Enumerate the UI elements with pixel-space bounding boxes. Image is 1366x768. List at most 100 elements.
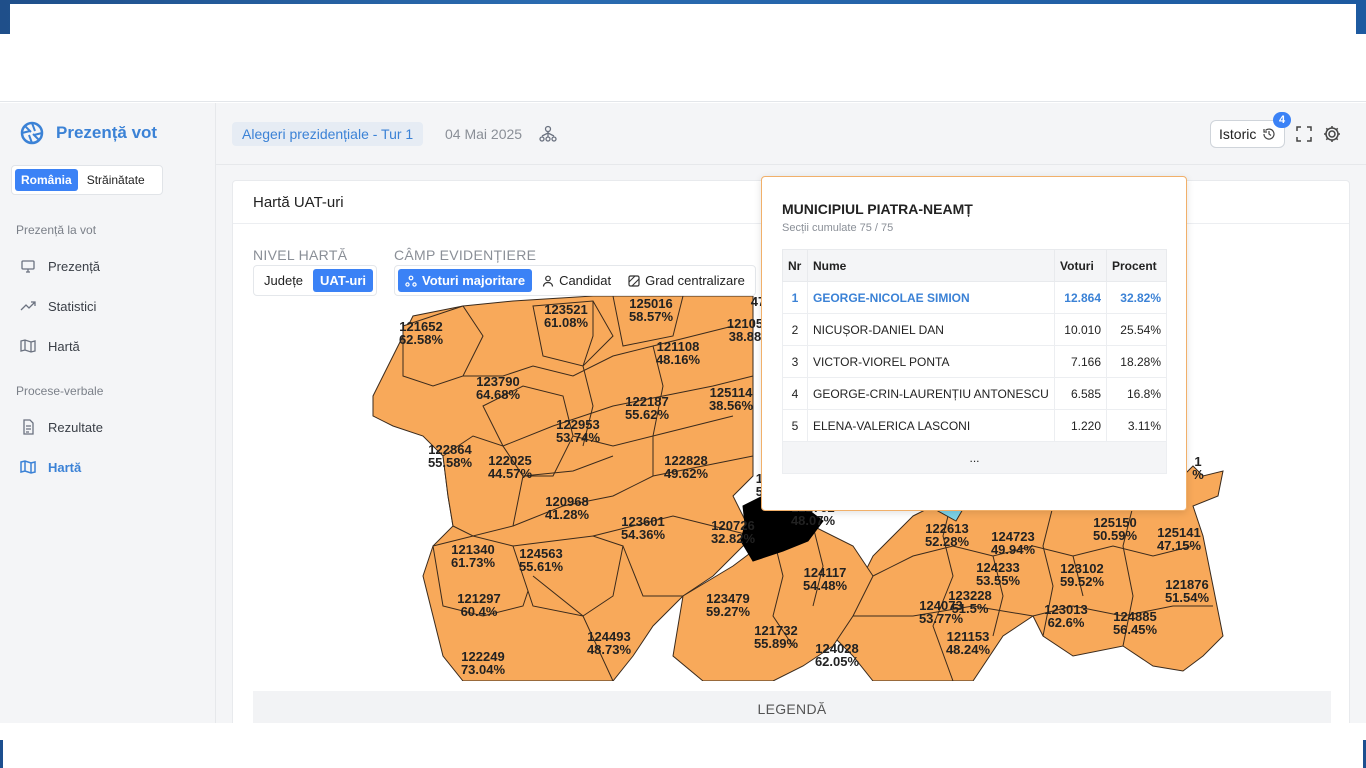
sidebar-item-label: Hartă [48,459,82,475]
person-icon [542,275,554,287]
trend-icon [20,301,36,311]
map-label-pct: 48.73% [587,642,632,657]
sidebar-item-label: Prezență [48,258,101,274]
cell-votes: 7.166 [1054,345,1107,378]
map-label-pct: 47.15% [1157,538,1202,553]
bottom-blank-bar [0,723,1366,768]
cell-pct: 25.54% [1106,313,1167,346]
camp-option-candidat[interactable]: Candidat [535,269,618,292]
camp-option-candidat-label: Candidat [559,273,612,288]
map-label-pct: 55.61% [519,559,564,574]
camp-option-grad[interactable]: Grad centralizare [621,269,752,292]
fullscreen-icon[interactable] [1294,124,1314,144]
cell-nr: 1 [782,281,808,314]
table-more-row: ... [782,441,1167,474]
sidebar-item-harta-procese[interactable]: Hartă [20,459,81,475]
map-label-pct: 44.57% [488,466,533,481]
col-header-procent: Procent [1106,249,1167,282]
istoric-label: Istoric [1219,126,1257,142]
col-header-nume: Nume [807,249,1055,282]
cell-pct: 3.11% [1106,409,1167,442]
map-label-pct: 59.27% [706,604,751,619]
header: Alegeri prezidențiale - Tur 1 04 Mai 202… [216,103,1366,165]
table-row: 3 VICTOR-VIOREL PONTA 7.166 18.28% [782,345,1167,378]
cell-more: ... [782,441,1167,474]
region-toggle: România Străinătate [11,165,163,195]
map-label-pct: 61.08% [544,315,589,330]
sidebar-item-harta-prezenta[interactable]: Hartă [20,338,80,354]
map-label-pct: 38.88 [729,329,762,344]
map-label-pct: 32.82% [711,531,756,546]
map-label-pct: 73.04% [461,662,506,677]
settings-gear-icon[interactable] [1322,124,1342,144]
map-label-pct: 54.48% [803,578,848,593]
sidebar-section-prezenta: Prezență la vot [16,223,97,237]
camp-option-voturi[interactable]: Voturi majoritare [398,269,533,292]
sidebar-item-statistici[interactable]: Statistici [20,298,96,314]
camp-evidentiere-toggle: Voturi majoritare Candidat Grad centrali… [394,265,756,296]
table-row: 2 NICUȘOR-DANIEL DAN 10.010 25.54% [782,313,1167,346]
cell-name: VICTOR-VIOREL PONTA [807,345,1055,378]
election-selector[interactable]: Alegeri prezidențiale - Tur 1 [232,122,424,146]
map-label-pct: 64.68% [476,387,521,402]
table-row: 4 GEORGE-CRIN-LAURENȚIU ANTONESCU 6.585 … [782,377,1167,410]
map-label-pct: 61.73% [451,555,496,570]
map-label-pct: 62.58% [399,332,444,347]
region-option-romania[interactable]: România [15,169,78,191]
region-option-strainatate[interactable]: Străinătate [81,169,151,191]
col-header-voturi: Voturi [1054,249,1107,282]
nivel-option-uat[interactable]: UAT-uri [313,269,374,292]
results-table: Nr Nume Voturi Procent 1 GEORGE-NICOLAE … [782,249,1167,474]
camp-evidentiere-label: CÂMP EVIDENȚIERE [394,247,537,263]
camp-option-grad-label: Grad centralizare [645,273,745,288]
map-icon [20,339,36,353]
brand[interactable]: Prezență vot [20,121,157,145]
sidebar-item-rezultate[interactable]: Rezultate [20,419,103,435]
cell-nr: 3 [782,345,808,378]
top-blank-bar [0,34,1366,102]
uat-tooltip: MUNICIPIUL PIATRA-NEAMȚ Secții cumulate … [761,176,1187,511]
sidebar: Prezență vot România Străinătate Prezenț… [0,103,216,723]
table-header-row: Nr Nume Voturi Procent [782,249,1167,282]
document-icon [23,419,34,435]
map-label-pct: 49.62% [664,466,709,481]
cell-votes: 12.864 [1054,281,1107,314]
brand-title: Prezență vot [56,123,158,142]
tooltip-title: MUNICIPIUL PIATRA-NEAMȚ [782,201,973,217]
tooltip-subtitle: Secții cumulate 75 / 75 [782,222,894,234]
map-label-pct: 59.52% [1060,574,1105,589]
monitor-icon [21,260,35,273]
sidebar-item-label: Hartă [48,338,80,354]
sidebar-item-label: Rezultate [48,419,103,435]
people-network-icon[interactable] [538,124,558,144]
cell-nr: 4 [782,377,808,410]
map-label-pct: 48.07% [791,513,836,528]
map-icon [20,460,36,474]
nivel-harta-toggle: Județe UAT-uri [253,265,378,296]
nivel-option-judete[interactable]: Județe [257,269,310,292]
election-date: 04 Mai 2025 [445,126,523,142]
map-label-pct: 41.28% [545,507,590,522]
nivel-harta-label: NIVEL HARTĂ [253,247,348,263]
browser-top-strip [0,0,1366,34]
cell-votes: 6.585 [1054,377,1107,410]
table-row: 5 ELENA-VALERICA LASCONI 1.220 3.11% [782,409,1167,442]
map-label-pct: 53.77% [919,611,964,626]
cell-pct: 18.28% [1106,345,1167,378]
cell-votes: 1.220 [1054,409,1107,442]
map-label-pct: 53.74% [556,430,601,445]
map-label-pct: 48.16% [656,352,701,367]
map-label-pct: 50.59% [1093,528,1138,543]
bottom-left-edge [0,740,3,768]
history-icon [1263,128,1275,140]
cell-name: GEORGE-NICOLAE SIMION [807,281,1055,314]
sidebar-item-label: Statistici [48,298,97,314]
cell-votes: 10.010 [1054,313,1107,346]
map-label-pct: 55.89% [754,636,799,651]
sidebar-item-prezenta[interactable]: Prezență [20,258,100,274]
map-label-pct: 60.4% [461,604,498,619]
map-label-pct: % [1192,467,1204,482]
map-label-pct: 55.58% [428,455,473,470]
map-label-pct: 56.45% [1113,622,1158,637]
cell-pct: 16.8% [1106,377,1167,410]
